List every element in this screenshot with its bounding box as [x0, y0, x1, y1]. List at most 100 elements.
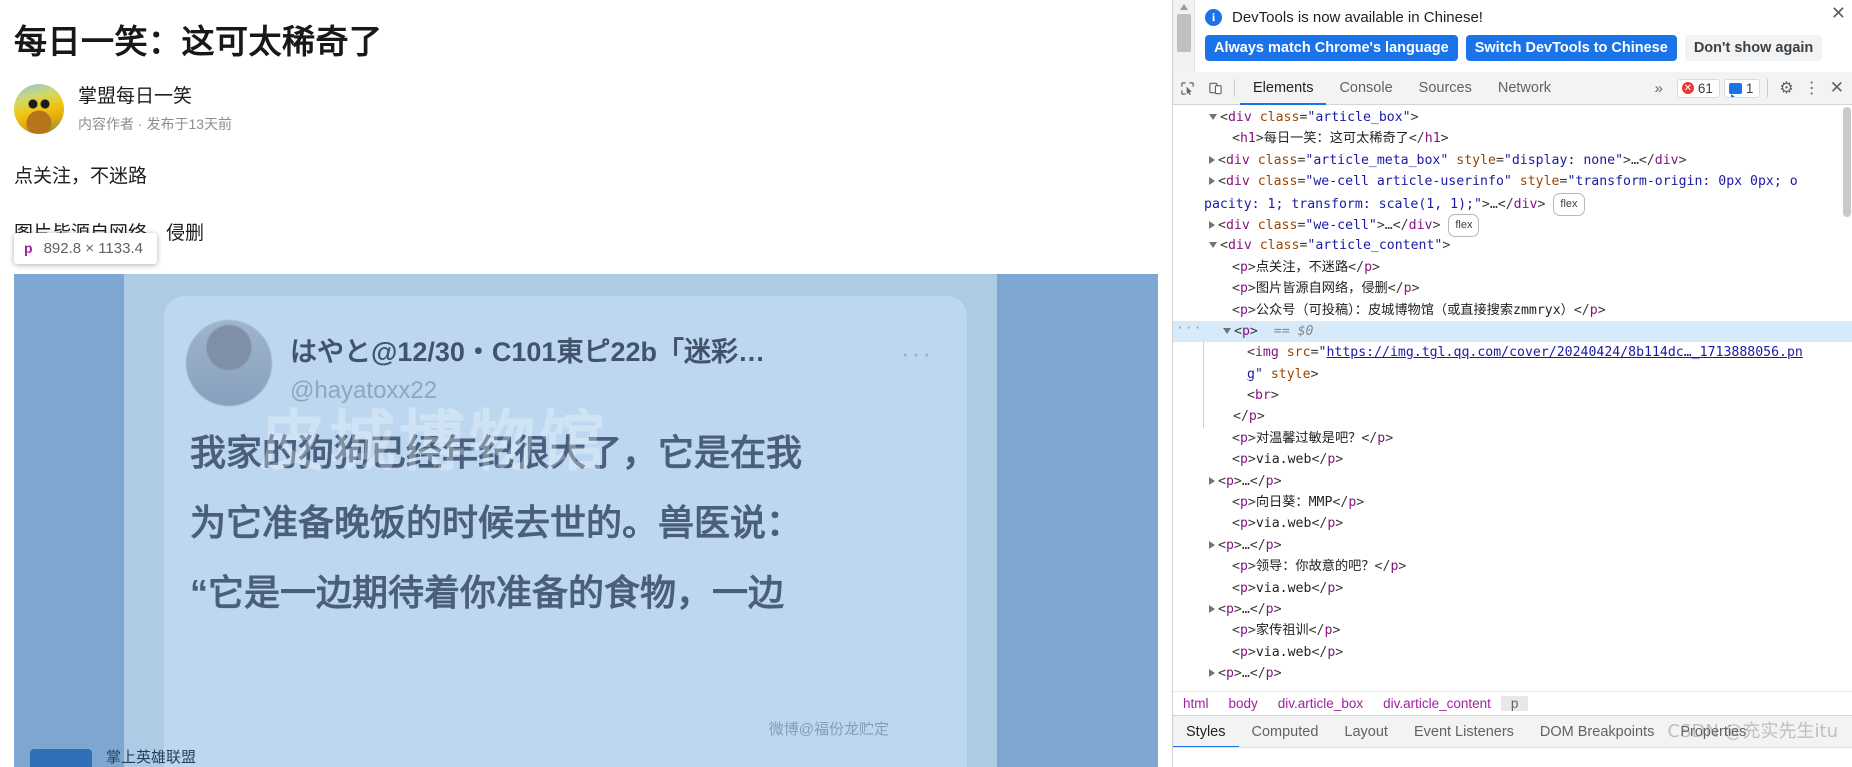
toolbar-divider-2 — [1767, 79, 1769, 97]
tweet-handle: @hayatoxx22 — [290, 377, 438, 404]
expand-triangle-icon[interactable] — [1209, 220, 1215, 229]
dom-tree-row[interactable]: <p>…</p> — [1173, 471, 1852, 492]
breadcrumb-item-article-box[interactable]: div.article_box — [1268, 696, 1373, 711]
dom-tree-row[interactable]: <p>图片皆源自网络，侵删</p> — [1173, 278, 1852, 299]
tab-dom-breakpoints[interactable]: DOM Breakpoints — [1527, 716, 1667, 747]
dom-tree-rows: <div class="article_box"> <h1>每日一笑：这可太稀奇了… — [1173, 107, 1852, 681]
tab-network[interactable]: Network — [1485, 72, 1564, 105]
breadcrumb-item-article-content[interactable]: div.article_content — [1373, 696, 1501, 711]
web-page-pane: 每日一笑：这可太稀奇了 掌盟每日一笑 内容作者 · 发布于13天前 点关注，不迷… — [0, 0, 1172, 767]
error-count-badge[interactable]: ✕ 61 — [1676, 78, 1720, 98]
gear-icon[interactable]: ⚙ — [1775, 78, 1797, 98]
dom-tree-row[interactable]: <p>领导：你故意的吧？</p> — [1173, 556, 1852, 577]
error-count: 61 — [1697, 80, 1713, 96]
dom-tree-row[interactable]: <div class="article_meta_box" style="dis… — [1173, 150, 1852, 171]
image-weibo-watermark: 微博@福份龙贮定 — [768, 721, 889, 738]
styles-pane-body — [1173, 747, 1852, 767]
expand-triangle-icon[interactable] — [1209, 669, 1215, 678]
highlighted-element-overlay: はやと@12/30・C101東ピ22b「迷彩… @hayatoxx22 ··· … — [14, 274, 1158, 767]
expand-triangle-icon[interactable] — [1209, 476, 1215, 485]
switch-devtools-to-chinese-button[interactable]: Switch DevTools to Chinese — [1465, 35, 1677, 61]
dom-tree-row[interactable]: <h1>每日一笑：这可太稀奇了</h1> — [1173, 128, 1852, 149]
tab-console[interactable]: Console — [1326, 72, 1405, 105]
dom-tree-row[interactable]: <p>via.web</p> — [1173, 449, 1852, 470]
scrollbar-thumb[interactable] — [1177, 14, 1191, 52]
dom-tree-row[interactable]: <p>…</p> — [1173, 535, 1852, 556]
infobar-message: DevTools is now available in Chinese! — [1232, 9, 1483, 26]
dom-tree-row[interactable]: <p>…</p> — [1173, 663, 1852, 681]
dom-tree-row[interactable]: <p>公众号（可投稿）：皮城博物馆（或直接搜索zmmryx）</p> — [1173, 300, 1852, 321]
kebab-menu-icon[interactable]: ⋮ — [1798, 78, 1826, 98]
tweet-card: はやと@12/30・C101東ピ22b「迷彩… @hayatoxx22 ··· … — [164, 296, 967, 767]
info-icon: i — [1205, 9, 1222, 26]
dom-tree-row[interactable]: <p> == $0 — [1173, 318, 1852, 343]
infobar-button-row: Always match Chrome's language Switch De… — [1195, 26, 1852, 61]
breadcrumb-item-p[interactable]: p — [1500, 696, 1529, 711]
dom-tree-row[interactable]: <img src="https://img.tgl.qq.com/cover/2… — [1203, 342, 1852, 364]
dom-tree-row[interactable]: <p>向日葵：MMP</p> — [1173, 492, 1852, 513]
dom-tree-row[interactable]: <div class="article_box"> — [1173, 107, 1852, 128]
tweet-header: はやと@12/30・C101東ピ22b「迷彩… @hayatoxx22 ··· — [164, 296, 967, 406]
close-icon[interactable]: ✕ — [1831, 4, 1846, 22]
dom-tree-scrollbar[interactable] — [1843, 107, 1851, 217]
devtools-infobar-scrollbar[interactable] — [1173, 0, 1195, 72]
page-title: 每日一笑：这可太稀奇了 — [14, 23, 383, 60]
devtools-panel: i DevTools is now available in Chinese! … — [1172, 0, 1852, 767]
tab-computed[interactable]: Computed — [1239, 716, 1332, 747]
breadcrumb: html body div.article_box div.article_co… — [1173, 691, 1852, 715]
tweet-body-line: “它是一边期待着你准备的食物，一边 — [190, 572, 785, 613]
dom-tree-row[interactable]: <br> — [1203, 385, 1852, 407]
screenshot-root: 每日一笑：这可太稀奇了 掌盟每日一笑 内容作者 · 发布于13天前 点关注，不迷… — [0, 0, 1852, 767]
toolbar-divider — [1234, 79, 1235, 97]
expand-triangle-icon[interactable] — [1209, 604, 1215, 613]
expand-triangle-icon[interactable] — [1209, 540, 1215, 549]
expand-triangle-icon[interactable] — [1209, 155, 1215, 164]
always-match-chrome-language-button[interactable]: Always match Chrome's language — [1205, 35, 1458, 61]
dom-tree-row[interactable]: <p>点关注，不迷路</p> — [1173, 257, 1852, 278]
more-tabs-icon[interactable]: » — [1645, 80, 1673, 97]
tab-layout[interactable]: Layout — [1331, 716, 1401, 747]
article-paragraph-1: 点关注，不迷路 — [14, 166, 148, 188]
inspect-element-icon[interactable] — [1173, 75, 1201, 101]
tab-styles[interactable]: Styles — [1173, 716, 1239, 747]
dom-tree-row[interactable]: <p>via.web</p> — [1173, 513, 1852, 534]
message-count-badge[interactable]: 1 — [1723, 78, 1761, 98]
bottom-tab-label: 掌上英雄联盟 — [106, 749, 197, 766]
dom-tree-row[interactable]: <div class="we-cell article-userinfo" st… — [1173, 171, 1852, 192]
collapse-triangle-icon[interactable] — [1209, 242, 1217, 249]
collapse-triangle-icon[interactable] — [1209, 114, 1217, 120]
dom-tree-row[interactable]: <p>via.web</p> — [1173, 642, 1852, 663]
dom-tree-row[interactable]: <div class="we-cell">…</div> flex — [1173, 213, 1852, 238]
toolbar-right-group: » ✕ 61 1 ⚙ ⋮ ✕ — [1645, 78, 1852, 98]
scroll-up-arrow-icon[interactable] — [1180, 4, 1188, 10]
dom-tree-row[interactable]: pacity: 1; transform: scale(1, 1);">…</d… — [1173, 192, 1852, 216]
author-text-block: 掌盟每日一笑 内容作者 · 发布于13天前 — [78, 84, 232, 135]
dom-tree-row[interactable]: <p>对温馨过敏是吧？</p> — [1173, 428, 1852, 449]
inspect-tooltip-tag: p — [24, 240, 33, 256]
dom-tree-row[interactable]: <div class="article_content"> — [1173, 235, 1852, 256]
tab-properties[interactable]: Properties — [1667, 716, 1759, 747]
tab-event-listeners[interactable]: Event Listeners — [1401, 716, 1527, 747]
device-toolbar-icon[interactable] — [1201, 75, 1229, 101]
devtools-infobar: i DevTools is now available in Chinese! … — [1195, 0, 1852, 72]
dom-tree-row[interactable]: <p>家传祖训</p> — [1173, 620, 1852, 641]
dom-tree-row[interactable]: <p>…</p> — [1173, 599, 1852, 620]
bottom-tab-stub[interactable] — [30, 749, 92, 767]
tweet-name-block: はやと@12/30・C101東ピ22b「迷彩… @hayatoxx22 — [290, 320, 765, 405]
expand-triangle-icon[interactable] — [1209, 177, 1215, 186]
styles-tab-strip: Styles Computed Layout Event Listeners D… — [1173, 715, 1852, 747]
breadcrumb-item-body[interactable]: body — [1219, 696, 1268, 711]
dom-tree[interactable]: <div class="article_box"> <h1>每日一笑：这可太稀奇了… — [1173, 105, 1852, 681]
tweet-avatar — [186, 320, 272, 406]
collapse-triangle-icon[interactable] — [1223, 327, 1231, 334]
devtools-close-icon[interactable]: ✕ — [1826, 78, 1848, 98]
dom-tree-row[interactable]: </p> — [1203, 406, 1852, 428]
dom-tree-row[interactable]: <p>via.web</p> — [1173, 578, 1852, 599]
breadcrumb-item-html[interactable]: html — [1173, 696, 1219, 711]
tab-elements[interactable]: Elements — [1240, 72, 1326, 105]
tab-sources[interactable]: Sources — [1406, 72, 1485, 105]
dom-tree-row[interactable]: g" style> — [1203, 363, 1852, 386]
author-meta: 内容作者 · 发布于13天前 — [78, 116, 233, 133]
tweet-more-icon: ··· — [901, 338, 933, 368]
dont-show-again-button[interactable]: Don't show again — [1684, 35, 1823, 61]
